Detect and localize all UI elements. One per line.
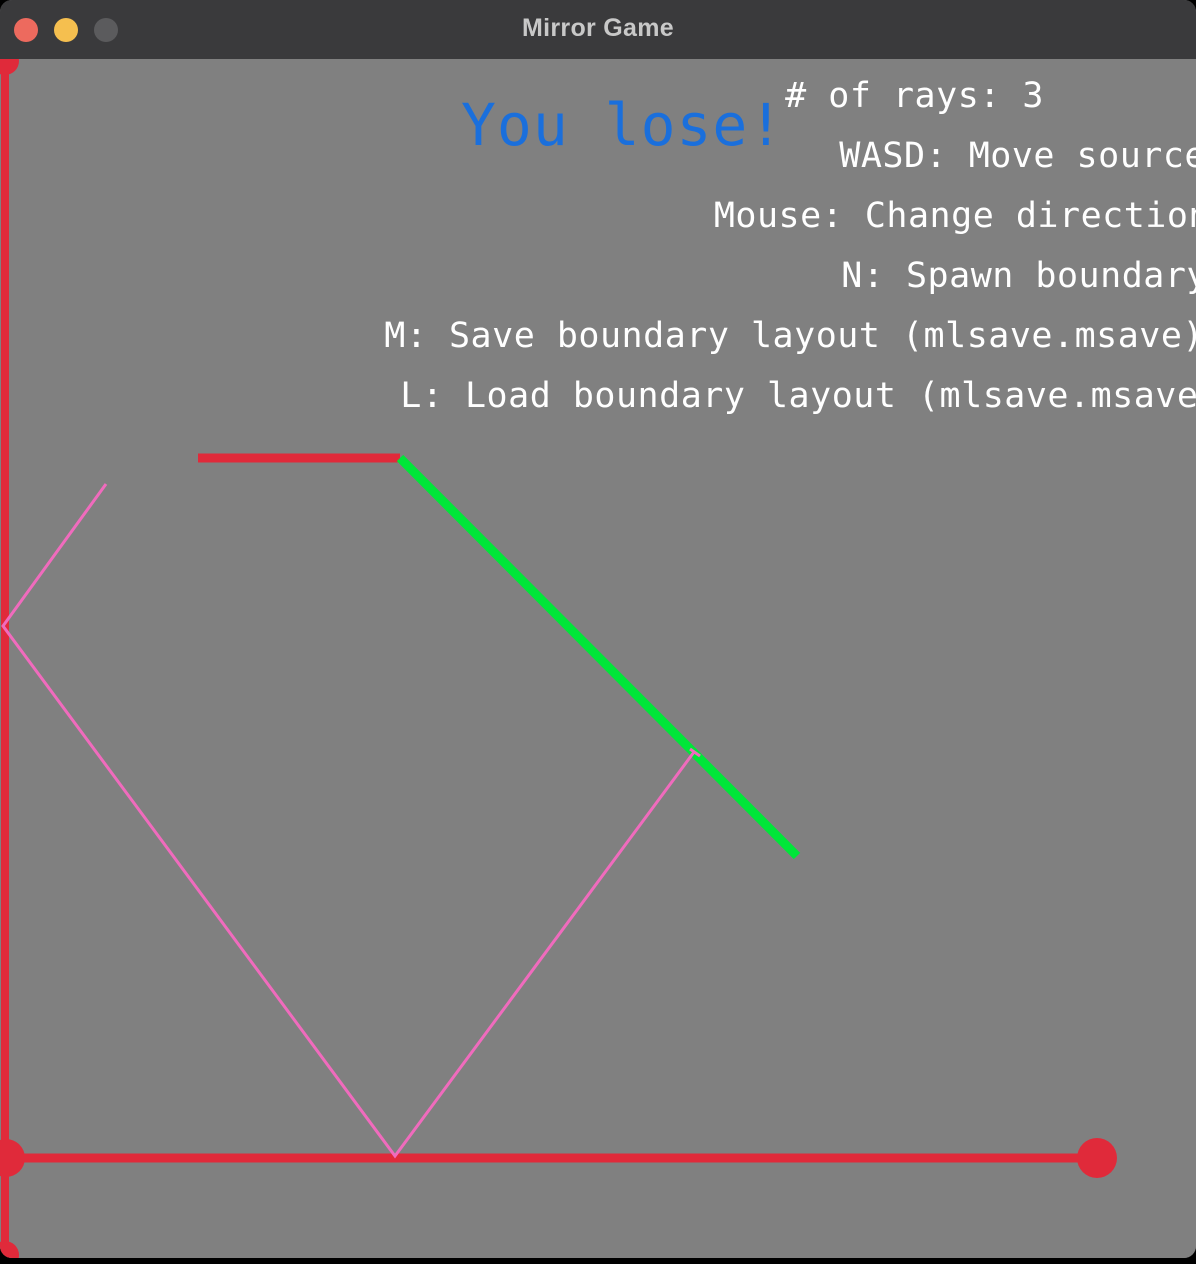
- control-hint-spawn-boundary: N: Spawn boundary: [841, 256, 1196, 296]
- control-hint-load-layout: L: Load boundary layout (mlsave.msave): [400, 376, 1196, 416]
- game-window: Mirror Game You lose! # of rays: 3 WASD:…: [0, 0, 1196, 1258]
- control-hint-move-source: WASD: Move source: [839, 136, 1196, 176]
- control-hint-save-layout: M: Save boundary layout (mlsave.msave): [384, 316, 1196, 356]
- boundary-handle-floor-left[interactable]: [0, 1139, 25, 1177]
- control-hint-change-direction: Mouse: Change direction: [713, 196, 1196, 236]
- boundary-handle-top-left[interactable]: [0, 59, 19, 75]
- target-mirror: [396, 454, 801, 860]
- game-canvas[interactable]: You lose! # of rays: 3 WASD: Move source…: [0, 59, 1196, 1258]
- light-ray-path: [1, 483, 696, 1159]
- boundary-handle-floor-right[interactable]: [1077, 1138, 1117, 1178]
- boundary-handle-bottom-left[interactable]: [0, 1241, 19, 1258]
- game-scene: [0, 59, 1117, 1258]
- ray-count-label: # of rays: 3: [785, 76, 1044, 116]
- title-bar[interactable]: Mirror Game: [0, 0, 1196, 60]
- window-title: Mirror Game: [522, 14, 674, 42]
- game-status-message: You lose!: [461, 91, 785, 159]
